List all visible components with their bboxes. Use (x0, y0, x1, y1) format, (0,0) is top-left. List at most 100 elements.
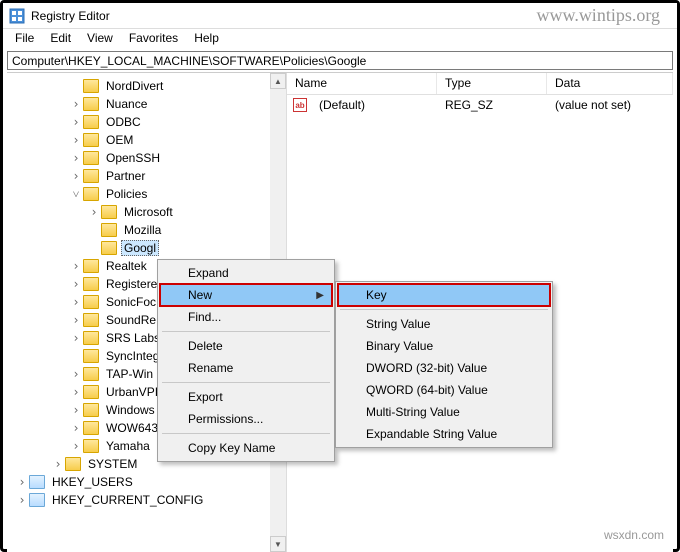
menu-file[interactable]: File (7, 29, 42, 49)
tree-item-label: ODBC (103, 114, 144, 130)
expand-icon[interactable]: › (69, 439, 83, 453)
expand-icon[interactable]: › (15, 493, 29, 507)
expand-icon[interactable]: › (69, 331, 83, 345)
string-value-icon: ab (293, 98, 307, 112)
expand-icon[interactable]: › (69, 403, 83, 417)
tree-item-partner[interactable]: ›Partner (7, 167, 286, 185)
scroll-down-icon[interactable]: ▼ (270, 536, 286, 552)
folder-icon (101, 241, 117, 255)
tree-item-oem[interactable]: ›OEM (7, 131, 286, 149)
expand-icon[interactable]: › (69, 277, 83, 291)
ctx-copy-key-name[interactable]: Copy Key Name (160, 437, 332, 459)
tree-item-label: TAP-Win (103, 366, 156, 382)
expand-icon[interactable]: › (15, 475, 29, 489)
folder-icon (83, 421, 99, 435)
folder-icon (83, 79, 99, 93)
value-type: REG_SZ (437, 96, 547, 114)
expand-icon[interactable]: › (69, 295, 83, 309)
address-bar[interactable]: Computer\HKEY_LOCAL_MACHINE\SOFTWARE\Pol… (7, 51, 673, 70)
folder-icon (101, 223, 117, 237)
expand-icon[interactable]: › (69, 97, 83, 111)
tree-item-nuance[interactable]: › Nuance (7, 95, 286, 113)
expand-icon[interactable]: › (69, 421, 83, 435)
ctx-new-expstring[interactable]: Expandable String Value (338, 423, 550, 445)
tree-item-label: UrbanVPI (103, 384, 161, 400)
ctx-new-string[interactable]: String Value (338, 313, 550, 335)
regedit-icon (9, 8, 25, 24)
tree-item-label: Nuance (103, 96, 150, 112)
tree-item-label: HKEY_USERS (49, 474, 136, 490)
col-type-header[interactable]: Type (437, 73, 547, 94)
ctx-permissions[interactable]: Permissions... (160, 408, 332, 430)
context-menu: Expand New ▶ Find... Delete Rename Expor… (157, 259, 335, 462)
titlebar: Registry Editor (3, 3, 677, 29)
separator (162, 382, 330, 383)
tree-item-policies[interactable]: ˅ Policies (7, 185, 286, 203)
folder-icon (29, 475, 45, 489)
tree-item-label: WOW643 (103, 420, 161, 436)
expand-icon[interactable]: › (51, 457, 65, 471)
expand-icon[interactable]: › (69, 313, 83, 327)
folder-icon (83, 187, 99, 201)
ctx-expand[interactable]: Expand (160, 262, 332, 284)
ctx-rename[interactable]: Rename (160, 357, 332, 379)
menu-favorites[interactable]: Favorites (121, 29, 186, 49)
ctx-export[interactable]: Export (160, 386, 332, 408)
tree-item-label: Registere (103, 276, 160, 292)
separator (162, 331, 330, 332)
tree-item-label: SyncInteg (103, 348, 162, 364)
tree-item-google[interactable]: Googl (7, 239, 286, 257)
separator (162, 433, 330, 434)
separator (340, 309, 548, 310)
folder-icon (83, 169, 99, 183)
context-submenu-new: Key String Value Binary Value DWORD (32-… (335, 281, 553, 448)
expand-icon[interactable]: › (69, 385, 83, 399)
menu-view[interactable]: View (79, 29, 121, 49)
ctx-find[interactable]: Find... (160, 306, 332, 328)
expand-icon[interactable]: ˅ (69, 187, 83, 202)
tree-item-label: Policies (103, 186, 150, 202)
tree-item-microsoft[interactable]: ›Microsoft (7, 203, 286, 221)
col-name-header[interactable]: Name (287, 73, 437, 94)
folder-icon (29, 493, 45, 507)
ctx-new-dword[interactable]: DWORD (32-bit) Value (338, 357, 550, 379)
list-row[interactable]: ab (Default) REG_SZ (value not set) (287, 95, 673, 115)
tree-item-odbc[interactable]: › ODBC (7, 113, 286, 131)
expand-icon[interactable]: › (69, 115, 83, 129)
scroll-up-icon[interactable]: ▲ (270, 73, 286, 89)
tree-item-label: Realtek (103, 258, 150, 274)
ctx-new-binary[interactable]: Binary Value (338, 335, 550, 357)
folder-icon (65, 457, 81, 471)
folder-icon (83, 277, 99, 291)
folder-icon (83, 403, 99, 417)
expand-icon[interactable]: › (69, 133, 83, 147)
ctx-new-qword[interactable]: QWORD (64-bit) Value (338, 379, 550, 401)
tree-item-label: SRS Labs (103, 330, 163, 346)
expand-icon[interactable]: › (69, 169, 83, 183)
folder-icon (83, 367, 99, 381)
tree-item-label: SonicFoc (103, 294, 159, 310)
tree-item-label: NordDivert (103, 78, 166, 94)
folder-icon (83, 439, 99, 453)
window-title: Registry Editor (31, 9, 110, 23)
expand-icon[interactable]: › (69, 259, 83, 273)
tree-item-label: SoundRe (103, 312, 159, 328)
tree-item-hkey-users[interactable]: › HKEY_USERS (7, 473, 286, 491)
ctx-new[interactable]: New ▶ (160, 284, 332, 306)
expand-icon[interactable]: › (69, 367, 83, 381)
ctx-delete[interactable]: Delete (160, 335, 332, 357)
menu-edit[interactable]: Edit (42, 29, 79, 49)
tree-item-openssh[interactable]: ›OpenSSH (7, 149, 286, 167)
tree-item-mozilla[interactable]: Mozilla (7, 221, 286, 239)
value-data: (value not set) (547, 96, 639, 114)
ctx-new-key[interactable]: Key (338, 284, 550, 306)
expand-icon[interactable]: › (87, 205, 101, 219)
ctx-new-multistring[interactable]: Multi-String Value (338, 401, 550, 423)
tree-item-hkey-current-config[interactable]: ›HKEY_CURRENT_CONFIG (7, 491, 286, 509)
tree-item-norddivert[interactable]: NordDivert (7, 77, 286, 95)
col-data-header[interactable]: Data (547, 73, 673, 94)
menu-help[interactable]: Help (186, 29, 227, 49)
folder-icon (83, 97, 99, 111)
expand-icon[interactable]: › (69, 151, 83, 165)
folder-icon (83, 115, 99, 129)
